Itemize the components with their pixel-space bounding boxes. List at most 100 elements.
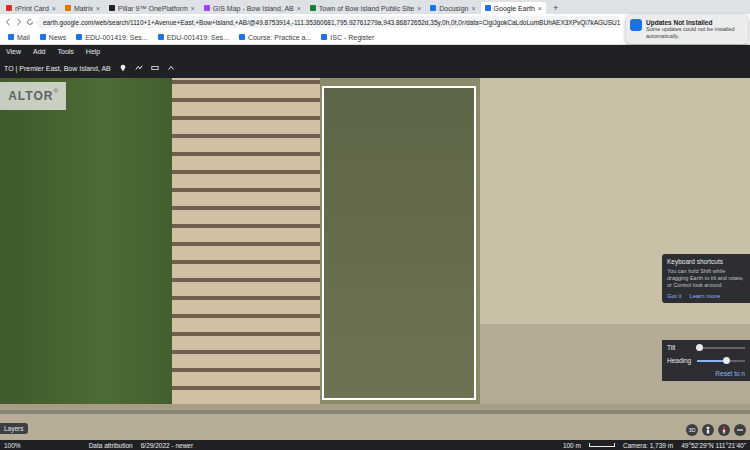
browser-tab[interactable]: Pillar 9™ OnePlatform×	[105, 2, 199, 14]
path-icon[interactable]	[135, 64, 143, 72]
shortcuts-title: Keyboard shortcuts	[667, 258, 745, 265]
ruler-icon[interactable]	[151, 64, 159, 72]
slider-label: Tilt	[667, 344, 693, 351]
shortcuts-panel: Keyboard shortcuts You can hold Shift whi…	[662, 254, 750, 303]
layers-button[interactable]: Layers	[0, 423, 28, 434]
shortcuts-button[interactable]: Got it	[667, 293, 681, 299]
slider-row: Heading	[667, 357, 745, 364]
view-controls: Tilt Heading Reset to n	[662, 340, 750, 381]
search-row: TO | Premier East, Bow Island, AB	[0, 58, 750, 78]
camera-altitude: Camera: 1,739 m	[623, 442, 673, 449]
tab-label: Google Earth	[494, 5, 535, 12]
back-icon[interactable]	[4, 18, 12, 26]
url-text: earth.google.com/web/search/1110+1+Avenu…	[43, 19, 620, 26]
slider-label: Heading	[667, 357, 693, 364]
favicon-icon	[430, 5, 436, 11]
pegman-icon[interactable]	[702, 424, 714, 436]
tab-label: Docusign	[439, 5, 468, 12]
menu-bar: View Add Tools Help	[0, 45, 750, 58]
bookmark-icon	[40, 34, 46, 40]
browser-tab[interactable]: Docusign×	[426, 2, 479, 14]
bookmark-icon	[321, 34, 327, 40]
close-icon[interactable]: ×	[191, 5, 195, 12]
close-icon[interactable]: ×	[52, 5, 56, 12]
browser-tab[interactable]: Google Earth×	[481, 2, 546, 14]
url-field[interactable]: earth.google.com/web/search/1110+1+Avenu…	[37, 16, 619, 28]
update-icon	[630, 19, 642, 31]
favicon-icon	[6, 5, 12, 11]
screen: rPrint Card×Matrix×Pillar 9™ OnePlatform…	[0, 0, 750, 450]
slider-track[interactable]	[697, 360, 745, 362]
nav-buttons: 3D	[686, 424, 746, 436]
slider-thumb[interactable]	[696, 344, 703, 351]
map-area	[0, 78, 750, 404]
parcel-area	[320, 78, 480, 404]
zoom-out-icon[interactable]	[734, 424, 746, 436]
forward-icon[interactable]	[15, 18, 23, 26]
parcel-outline	[322, 86, 476, 400]
slider-track[interactable]	[697, 347, 745, 349]
location-icon[interactable]	[119, 64, 127, 72]
reload-icon[interactable]	[26, 18, 34, 26]
bookmark[interactable]: EDU-001419: Ses...	[76, 34, 147, 41]
bookmark[interactable]: Course: Practice a...	[239, 34, 311, 41]
menu-item[interactable]: View	[6, 48, 21, 55]
shortcuts-text: You can hold Shift while dragging Earth …	[667, 268, 745, 289]
bookmark-icon	[239, 34, 245, 40]
zoom-level: 100%	[4, 442, 21, 449]
shortcuts-button[interactable]: Learn more	[689, 293, 720, 299]
new-tab-button[interactable]: +	[547, 2, 564, 14]
browser-tab[interactable]: Town of Bow Island Public Site×	[306, 2, 425, 14]
favicon-icon	[310, 5, 316, 11]
slider-row: Tilt	[667, 344, 745, 351]
imagery-date: 6/29/2022 - newer	[141, 442, 193, 449]
menu-item[interactable]: Help	[86, 48, 100, 55]
favicon-icon	[65, 5, 71, 11]
data-attribution[interactable]: Data attribution	[89, 442, 133, 449]
tab-label: Matrix	[74, 5, 93, 12]
view-3d-button[interactable]: 3D	[686, 424, 698, 436]
crop-field	[0, 78, 172, 404]
menu-item[interactable]: Tools	[58, 48, 74, 55]
update-notification[interactable]: Updates Not InstalledSome updates could …	[626, 15, 748, 44]
tab-label: GIS Map - Bow Island, AB	[213, 5, 294, 12]
bookmark-icon	[158, 34, 164, 40]
google-earth: View Add Tools Help TO | Premier East, Bow I…	[0, 45, 750, 450]
bookmark-icon	[8, 34, 14, 40]
close-icon[interactable]: ×	[538, 5, 542, 12]
coordinates: 49°52'29"N 111°21'40"	[681, 442, 746, 449]
tab-label: Town of Bow Island Public Site	[319, 5, 414, 12]
road	[0, 404, 750, 440]
slider-fill	[697, 360, 726, 362]
close-icon[interactable]: ×	[297, 5, 301, 12]
notification-body: Some updates could not be installed auto…	[646, 26, 744, 40]
menu-item[interactable]: Add	[33, 48, 45, 55]
search-field[interactable]: TO | Premier East, Bow Island, AB	[4, 65, 111, 72]
bookmark-icon	[76, 34, 82, 40]
close-icon[interactable]: ×	[96, 5, 100, 12]
scale-label: 100 m	[563, 442, 581, 449]
reset-button[interactable]: Reset to n	[715, 370, 745, 377]
browser-tab[interactable]: rPrint Card×	[2, 2, 60, 14]
realtor-watermark: ALTOR®	[0, 82, 66, 110]
browser-tab[interactable]: GIS Map - Bow Island, AB×	[200, 2, 305, 14]
tab-label: Pillar 9™ OnePlatform	[118, 5, 188, 12]
favicon-icon	[109, 5, 115, 11]
tab-label: rPrint Card	[15, 5, 49, 12]
browser-tab[interactable]: Matrix×	[61, 2, 104, 14]
storage-yard	[172, 78, 320, 404]
compass-icon[interactable]	[718, 424, 730, 436]
slider-thumb[interactable]	[723, 357, 730, 364]
collapse-icon[interactable]	[167, 64, 175, 72]
bookmark[interactable]: ISC - Register	[321, 34, 374, 41]
bookmark[interactable]: EDU-001419: Ses...	[158, 34, 229, 41]
tab-bar: rPrint Card×Matrix×Pillar 9™ OnePlatform…	[0, 0, 750, 14]
bookmark[interactable]: Mail	[8, 34, 30, 41]
close-icon[interactable]: ×	[417, 5, 421, 12]
favicon-icon	[204, 5, 210, 11]
notification-title: Updates Not Installed	[646, 19, 744, 26]
bookmark[interactable]: News	[40, 34, 67, 41]
close-icon[interactable]: ×	[471, 5, 475, 12]
satellite-map[interactable]: ALTOR® Keyboard shortcuts You can hold Shi…	[0, 78, 750, 440]
scale-bar	[589, 443, 615, 447]
